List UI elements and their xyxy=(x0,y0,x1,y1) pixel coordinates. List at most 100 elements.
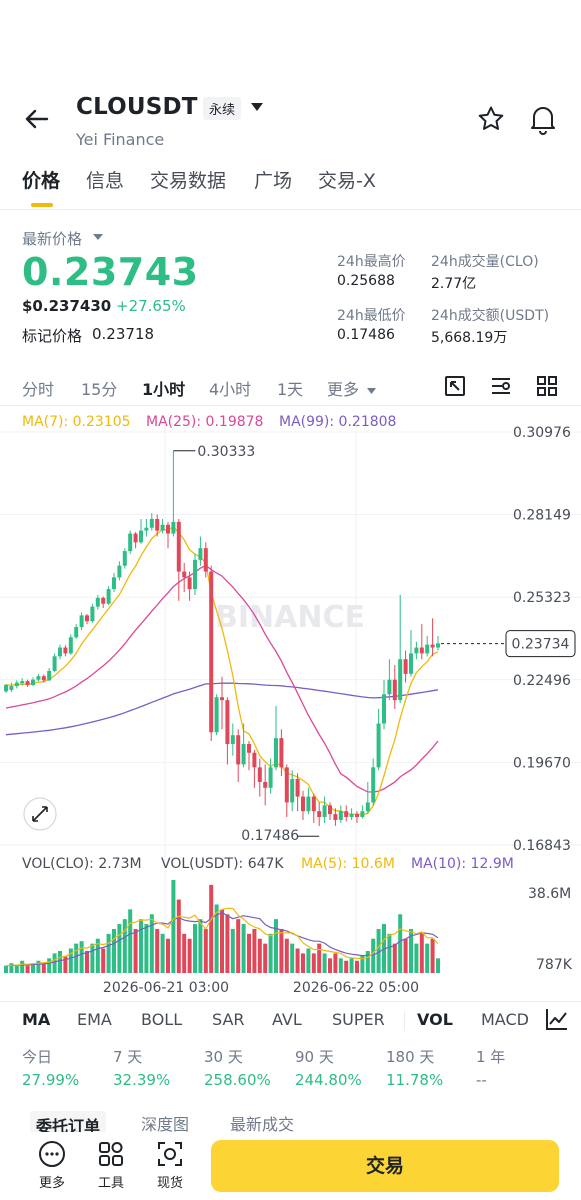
perf-180d-value: 11.78% xyxy=(386,1071,444,1089)
volume-bar xyxy=(290,943,295,973)
tools-label: 工具 xyxy=(97,1176,124,1191)
back-button[interactable] xyxy=(22,104,52,134)
volume-bar xyxy=(133,928,138,973)
volume-bar xyxy=(85,950,89,973)
indicator-avl[interactable]: AVL xyxy=(272,1010,302,1029)
project-name[interactable]: Yei Finance xyxy=(76,130,164,149)
candle-body xyxy=(430,644,435,648)
candle-body xyxy=(436,643,440,648)
volume-bar xyxy=(414,943,419,973)
spot-label: 现货 xyxy=(156,1176,183,1191)
candle-body xyxy=(414,647,419,654)
candle-body xyxy=(322,805,327,818)
grid-icon xyxy=(537,376,557,396)
price-axis-label: 0.25323 xyxy=(513,590,571,606)
trade-button[interactable]: 交易 xyxy=(211,1140,559,1192)
indicator-super[interactable]: SUPER xyxy=(332,1010,385,1029)
volume-bar xyxy=(25,965,30,973)
candle-body xyxy=(20,681,25,684)
tab-info[interactable]: 信息 xyxy=(86,166,124,193)
indicator-ema[interactable]: EMA xyxy=(77,1010,112,1029)
candle-body xyxy=(209,571,214,733)
volume-bar xyxy=(149,914,154,973)
perf-7d-value: 32.39% xyxy=(113,1071,171,1089)
chart-expand-icon xyxy=(445,376,465,396)
volume-clo-value: 2.77亿 xyxy=(431,276,477,292)
interval-more[interactable]: 更多 xyxy=(327,376,377,400)
volume-bar xyxy=(328,958,332,973)
volume-bar xyxy=(128,909,133,973)
indicator-sar[interactable]: SAR xyxy=(212,1010,245,1029)
volume-bar xyxy=(279,928,284,973)
candle-body xyxy=(403,659,408,674)
chart-grid xyxy=(0,425,581,975)
volume-axis-max: 38.6M xyxy=(528,886,571,902)
volume-bar xyxy=(241,924,246,973)
usd-price: $0.237430 xyxy=(22,297,112,315)
chart-settings-button[interactable] xyxy=(489,374,513,398)
volume-bar xyxy=(403,938,408,973)
caret-down-icon xyxy=(93,234,103,240)
tab-trade-x[interactable]: 交易-X xyxy=(318,166,376,193)
favorite-button[interactable] xyxy=(476,104,506,134)
more-label: 更多 xyxy=(38,1176,65,1191)
candle-body xyxy=(14,682,19,687)
candle-body xyxy=(25,681,30,685)
current-price-tag: 0.23734 xyxy=(441,630,576,658)
candlesticks xyxy=(4,450,440,827)
volume-bar xyxy=(333,953,338,973)
candle-body xyxy=(47,670,52,681)
time-label-2: 2026-06-22 05:00 xyxy=(293,980,419,996)
spot-button[interactable]: 现货 xyxy=(145,1140,195,1191)
symbol-title[interactable]: CLOUSDT xyxy=(76,94,198,120)
volume-bar xyxy=(263,943,268,973)
tab-square[interactable]: 广场 xyxy=(254,166,292,193)
volume-bar xyxy=(387,933,392,973)
fullscreen-chart-button[interactable] xyxy=(443,374,467,398)
interval-1d[interactable]: 1天 xyxy=(277,376,303,400)
price-chart[interactable]: BINANCE 0.30976 0.28149 0.25323 0.22496 0.19… xyxy=(0,420,581,1005)
volume-bar xyxy=(20,960,25,973)
indicator-vol[interactable]: VOL xyxy=(417,1010,453,1029)
candle-body xyxy=(349,814,354,818)
tools-button[interactable]: 工具 xyxy=(86,1140,136,1191)
indicator-settings-button[interactable] xyxy=(544,1006,570,1032)
candle-body xyxy=(182,571,187,578)
price-alert-button[interactable] xyxy=(528,103,558,135)
tab-price[interactable]: 价格 xyxy=(22,166,60,193)
volume-bar xyxy=(193,924,197,973)
candle-body xyxy=(236,735,241,765)
volume-bar xyxy=(122,919,127,973)
symbol-dropdown[interactable] xyxy=(249,99,265,115)
interval-time-series[interactable]: 分时 xyxy=(22,376,54,400)
volume-bar xyxy=(344,960,349,973)
volume-bar xyxy=(252,928,257,973)
price-axis-label: 0.19670 xyxy=(513,755,571,771)
layout-grid-button[interactable] xyxy=(535,374,559,398)
tools-grid-icon xyxy=(99,1142,123,1166)
more-button[interactable]: 更多 xyxy=(27,1140,77,1191)
candle-body xyxy=(144,527,149,531)
volume-bar xyxy=(398,914,403,973)
price-axis-label: 0.22496 xyxy=(513,673,571,689)
indicator-boll[interactable]: BOLL xyxy=(141,1010,182,1029)
low-marker-label: 0.17486 xyxy=(241,828,299,844)
candle-body xyxy=(355,814,359,818)
indicator-macd[interactable]: MACD xyxy=(481,1010,529,1029)
candle-body xyxy=(392,679,397,701)
tab-trading-data[interactable]: 交易数据 xyxy=(150,166,226,193)
interval-1h[interactable]: 1小时 xyxy=(142,376,185,400)
latest-price-label[interactable]: 最新价格 xyxy=(22,228,82,249)
candle-body xyxy=(128,533,133,552)
candle-body xyxy=(149,518,154,528)
candle-body xyxy=(257,767,262,782)
mark-price-value: 0.23718 xyxy=(92,325,155,343)
interval-15m[interactable]: 15分 xyxy=(81,376,117,400)
reset-zoom-button[interactable] xyxy=(23,797,57,831)
candle-body xyxy=(139,530,143,543)
binance-watermark: BINANCE xyxy=(215,600,365,635)
indicator-ma[interactable]: MA xyxy=(22,1010,50,1029)
candle-body xyxy=(295,779,300,797)
interval-4h[interactable]: 4小时 xyxy=(209,376,251,400)
volume-bar xyxy=(63,955,68,973)
